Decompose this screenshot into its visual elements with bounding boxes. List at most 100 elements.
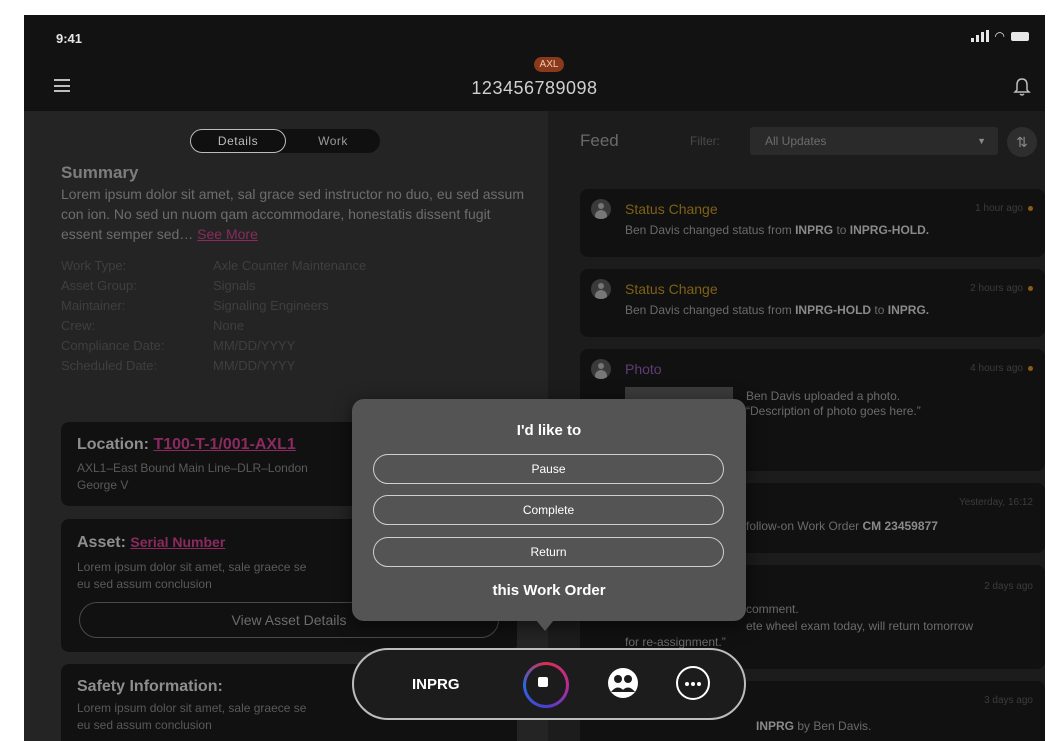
photo-line: “Description of photo goes here.”: [746, 404, 921, 418]
filter-label: Filter:: [690, 134, 720, 148]
feed-item-title: Status Change: [625, 201, 718, 217]
feed-item-time: Yesterday, 16:12: [959, 497, 1033, 508]
feed-text: by Ben Davis.: [794, 719, 872, 733]
feed-item-body: follow-on Work Order CM 23459877: [746, 519, 938, 533]
location-link[interactable]: T100-T-1/001-AXL1: [153, 436, 295, 453]
details-work-toggle: Details Work: [190, 129, 380, 153]
field-row: Compliance Date: MM/DD/YYYY: [61, 338, 531, 358]
feed-item-time: 3 days ago: [984, 695, 1033, 706]
tab-work[interactable]: Work: [286, 129, 380, 153]
feed-text: Ben Davis changed status from: [625, 303, 796, 317]
action-sheet-footer: this Work Order: [492, 582, 606, 599]
pause-button[interactable]: Pause: [373, 454, 724, 484]
feed-status-to: INPRG.: [887, 303, 930, 317]
summary-body: Lorem ipsum dolor sit amet, sal grace se…: [61, 186, 524, 242]
safety-line: eu sed assum conclusion: [77, 718, 212, 732]
feed-item[interactable]: Status Change 1 hour ago Ben Davis chang…: [580, 189, 1045, 257]
feed-item-title: Status Change: [625, 281, 718, 297]
field-row: Scheduled Date: MM/DD/YYYY: [61, 358, 531, 378]
crew-icon[interactable]: [606, 666, 640, 700]
feed-item-body: INPRG by Ben Davis.: [756, 719, 871, 733]
filter-select[interactable]: All Updates ▼: [750, 127, 998, 155]
more-options-icon[interactable]: [676, 666, 710, 700]
feed-status-to: INPRG-HOLD.: [849, 223, 930, 237]
work-order-action-bar: INPRG: [352, 648, 746, 720]
unread-dot-icon: [1028, 205, 1033, 211]
feed-status-from: INPRG-HOLD: [795, 303, 872, 317]
location-title: Location: T100-T-1/001-AXL1: [77, 436, 296, 454]
feed-work-order: CM 23459877: [862, 519, 938, 533]
asset-label: Asset:: [77, 534, 126, 551]
field-value: Signals: [213, 278, 256, 293]
battery-icon: [1011, 31, 1029, 41]
status-action-popover: I'd like to Pause Complete Return this W…: [352, 399, 746, 621]
stop-button[interactable]: [523, 662, 569, 708]
feed-item-title: Photo: [625, 361, 662, 377]
field-label: Compliance Date:: [61, 338, 165, 353]
user-avatar-icon: [591, 279, 611, 299]
detail-fields: Work Type: Axle Counter Maintenance Asset…: [61, 258, 531, 378]
feed-status: INPRG: [756, 719, 795, 733]
tab-details[interactable]: Details: [190, 129, 286, 153]
feed-time-text: 2 hours ago: [970, 283, 1023, 294]
photo-line: Ben Davis uploaded a photo.: [746, 389, 901, 403]
status-icons: ◠: [970, 29, 1029, 43]
feed-text: follow-on Work Order: [746, 519, 863, 533]
summary-title: Summary: [61, 163, 139, 182]
photo-description: Ben Davis uploaded a photo. “Description …: [746, 389, 921, 419]
app-header: 9:41 ◠ AXL 123456789098: [24, 15, 1045, 111]
field-row: Maintainer: Signaling Engineers: [61, 298, 531, 318]
feed-item-body: Ben Davis changed status from INPRG to I…: [625, 223, 929, 237]
feed-item[interactable]: Status Change 2 hours ago Ben Davis chan…: [580, 269, 1045, 337]
field-value: MM/DD/YYYY: [213, 338, 296, 353]
field-value: Axle Counter Maintenance: [213, 258, 367, 273]
feed-item-body: for re-assignment.”: [625, 635, 726, 649]
feed-item-body: comment. ete wheel exam today, will retur…: [746, 601, 973, 635]
field-label: Maintainer:: [61, 298, 126, 313]
user-avatar-icon: [591, 199, 611, 219]
feed-status-from: INPRG: [795, 223, 834, 237]
feed-item-time: 2 days ago: [984, 581, 1033, 592]
field-value: Signaling Engineers: [213, 298, 329, 313]
sort-icon[interactable]: ⇅: [1007, 127, 1037, 157]
current-status: INPRG: [412, 676, 460, 693]
return-button[interactable]: Return: [373, 537, 724, 567]
field-label: Work Type:: [61, 258, 127, 273]
field-value: None: [213, 318, 245, 333]
work-order-number: 123456789098: [471, 78, 598, 98]
feed-title: Feed: [580, 131, 619, 150]
unread-dot-icon: [1028, 285, 1033, 291]
feed-text: Ben Davis changed status from: [625, 223, 796, 237]
field-label: Asset Group:: [61, 278, 137, 293]
field-row: Asset Group: Signals: [61, 278, 531, 298]
feed-text: to: [871, 303, 888, 317]
field-label: Scheduled Date:: [61, 358, 158, 373]
feed-line: comment.: [746, 602, 799, 616]
location-label: Location:: [77, 436, 149, 453]
unread-dot-icon: [1028, 365, 1033, 371]
feed-time-text: 1 hour ago: [975, 203, 1023, 214]
feed-time-text: 4 hours ago: [970, 363, 1023, 374]
field-label: Crew:: [61, 318, 95, 333]
stop-icon: [538, 677, 548, 687]
asset-type-badge: AXL: [534, 57, 564, 72]
asset-serial-link[interactable]: Serial Number: [130, 534, 225, 550]
feed-item-time: 4 hours ago: [970, 363, 1033, 374]
complete-button[interactable]: Complete: [373, 495, 724, 525]
bell-icon[interactable]: [1013, 77, 1031, 97]
safety-title: Safety Information:: [77, 678, 223, 695]
popover-arrow: [536, 620, 554, 631]
feed-item-body: Ben Davis changed status from INPRG-HOLD…: [625, 303, 929, 317]
status-time: 9:41: [56, 31, 83, 46]
field-value: MM/DD/YYYY: [213, 358, 296, 373]
field-row: Work Type: Axle Counter Maintenance: [61, 258, 531, 278]
see-more-link[interactable]: See More: [197, 226, 258, 242]
feed-item-time: 2 hours ago: [970, 283, 1033, 294]
app-screen: 9:41 ◠ AXL 123456789098 Details Work Sum…: [24, 15, 1045, 741]
field-row: Crew: None: [61, 318, 531, 338]
feed-text: to: [833, 223, 850, 237]
asset-title: Asset: Serial Number: [77, 534, 225, 552]
chevron-down-icon: ▼: [977, 136, 986, 146]
user-avatar-icon: [591, 359, 611, 379]
wifi-icon: ◠: [994, 29, 1005, 43]
